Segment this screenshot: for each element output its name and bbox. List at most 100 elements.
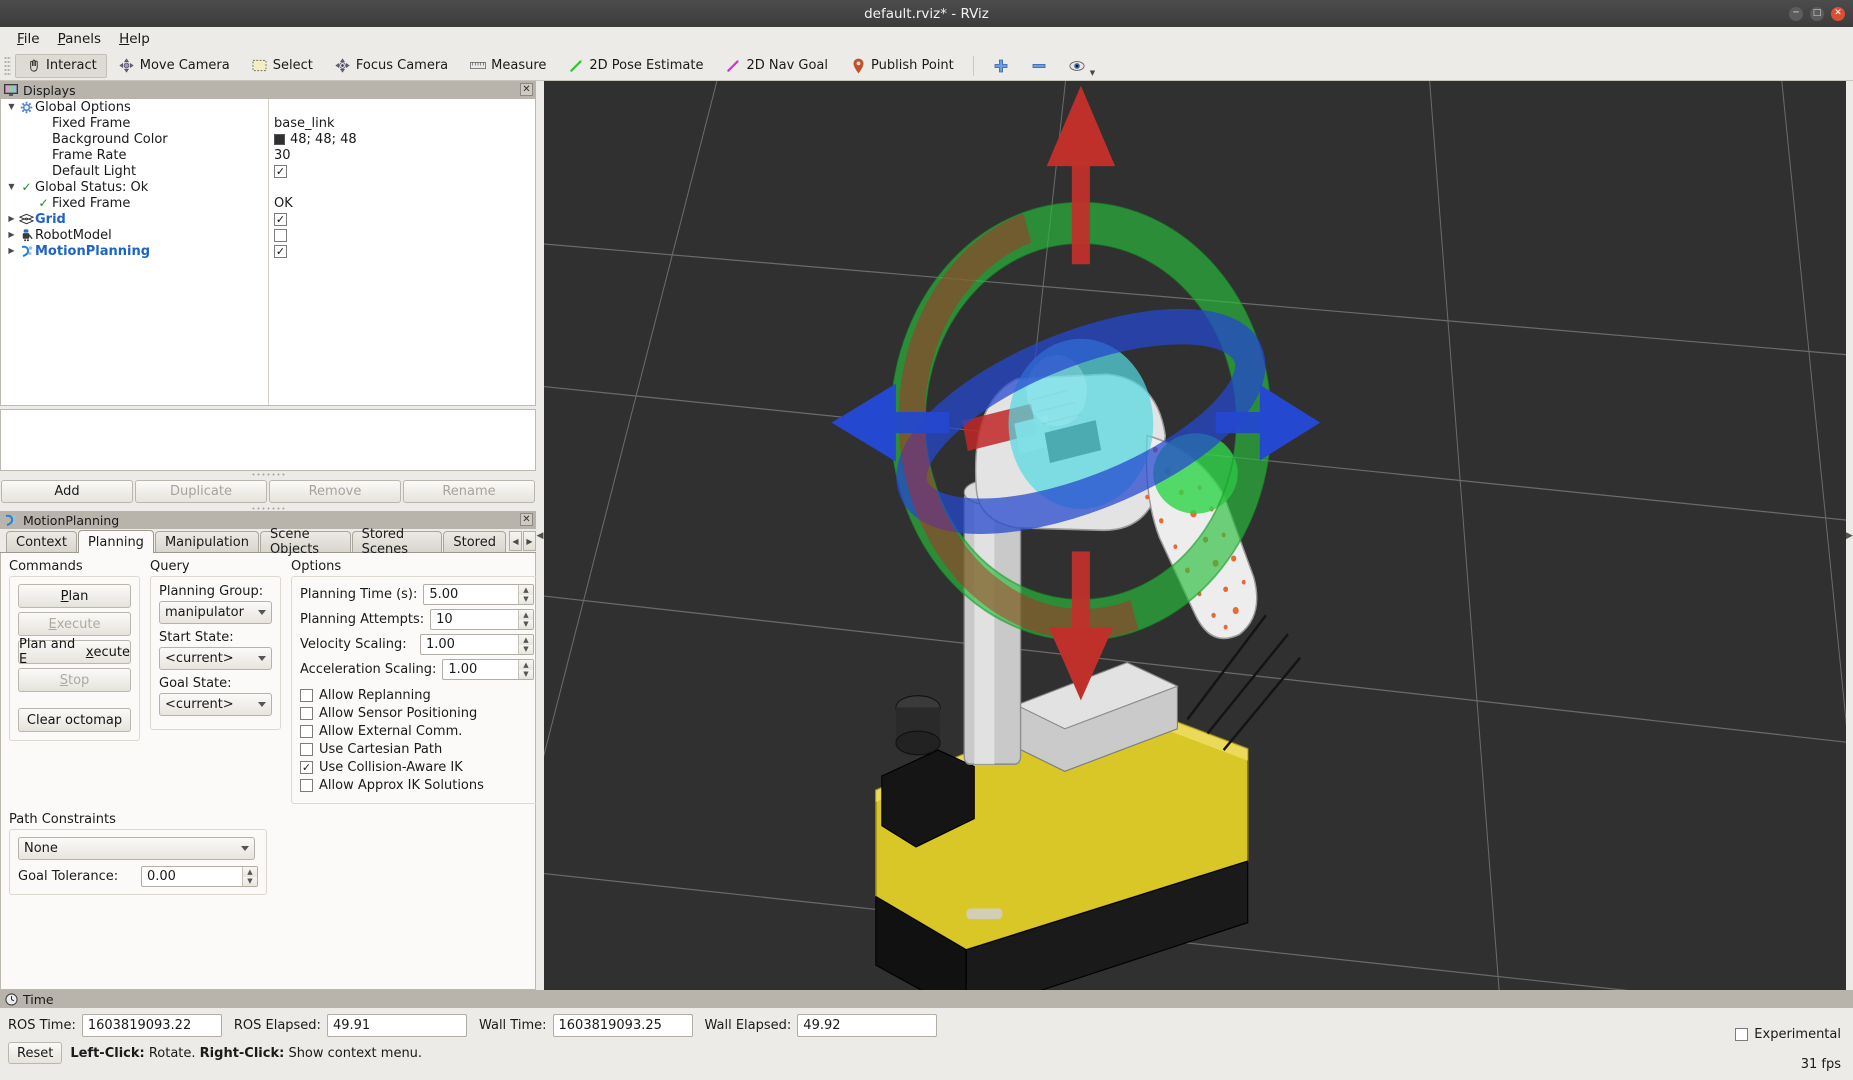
goal-state-combo[interactable]: <current> — [159, 693, 272, 716]
motion-planning-close-icon[interactable]: ✕ — [520, 513, 533, 526]
planning-time-spinbox[interactable]: 5.00 ▲▼ — [423, 584, 534, 605]
tree-row-value[interactable]: ✓ — [268, 165, 535, 178]
clear-octomap-button[interactable]: Clear octomap — [18, 708, 131, 732]
menu-help[interactable]: Help — [110, 29, 159, 49]
allow-replanning-row[interactable]: Allow Replanning — [300, 688, 534, 703]
allow-approx-ik-checkbox[interactable] — [300, 779, 313, 792]
stop-button[interactable]: Stop — [18, 668, 131, 692]
tab-scroll-left-icon[interactable]: ◀ — [509, 531, 522, 551]
tree-row-checkbox[interactable]: ✓ — [274, 213, 287, 226]
spin-arrows[interactable]: ▲▼ — [518, 660, 533, 679]
tool-measure[interactable]: Measure — [460, 54, 556, 78]
ros-time-input[interactable]: 1603819093.22 — [82, 1014, 222, 1037]
displays-tree[interactable]: ▼Global OptionsFixed Framebase_linkBackg… — [0, 99, 536, 406]
tool-remove-panel[interactable] — [1021, 54, 1057, 78]
plan-button[interactable]: Plan — [18, 584, 131, 608]
tool-2d-pose-estimate[interactable]: 2D Pose Estimate — [558, 54, 713, 78]
execute-button[interactable]: Execute — [18, 612, 131, 636]
tool-add-panel[interactable] — [983, 54, 1019, 78]
allow-external-comm-checkbox[interactable] — [300, 725, 313, 738]
tree-row-checkbox[interactable] — [274, 229, 287, 242]
right-dock-handle[interactable]: ▶ — [1846, 81, 1853, 990]
ros-elapsed-input[interactable]: 49.91 — [327, 1014, 467, 1037]
tab-planning[interactable]: Planning — [78, 530, 154, 553]
reset-button[interactable]: Reset — [8, 1042, 62, 1064]
tree-row-value[interactable] — [268, 229, 535, 242]
tab-manipulation[interactable]: Manipulation — [155, 531, 259, 552]
expand-arrow-right-icon[interactable]: ▶ — [5, 231, 18, 239]
spin-arrows[interactable]: ▲▼ — [518, 610, 533, 629]
tool-visibility[interactable]: ▼ — [1059, 54, 1105, 78]
wall-time-input[interactable]: 1603819093.25 — [553, 1014, 693, 1037]
expand-arrow-right-icon[interactable]: ▶ — [5, 247, 18, 255]
use-collision-aware-ik-checkbox[interactable]: ✓ — [300, 761, 313, 774]
tree-row-frame-rate[interactable]: Frame Rate30 — [1, 147, 535, 163]
tab-context[interactable]: Context — [6, 531, 77, 552]
use-cartesian-path-row[interactable]: Use Cartesian Path — [300, 742, 534, 757]
spin-arrows[interactable]: ▲▼ — [242, 867, 257, 886]
tree-row-fixed-frame[interactable]: Fixed Framebase_link — [1, 115, 535, 131]
tab-scroll-right-icon[interactable]: ▶ — [523, 531, 536, 551]
planning-group-combo[interactable]: manipulator — [159, 601, 272, 624]
tool-interact[interactable]: Interact — [15, 54, 107, 78]
expand-arrow-down-icon[interactable]: ▼ — [5, 103, 18, 111]
tree-row-grid[interactable]: ▶Grid✓ — [1, 211, 535, 227]
tree-row-default-light[interactable]: Default Light✓ — [1, 163, 535, 179]
plan-and-execute-button[interactable]: Plan and Execute — [18, 640, 131, 664]
allow-sensor-positioning-checkbox[interactable] — [300, 707, 313, 720]
displays-close-icon[interactable]: ✕ — [520, 83, 533, 96]
maximize-icon[interactable]: □ — [1810, 7, 1824, 21]
tree-row-value[interactable]: base_link — [268, 116, 535, 131]
menu-panels[interactable]: Panels — [49, 29, 110, 49]
add-display-button[interactable]: Add — [1, 480, 133, 503]
tab-stored[interactable]: Stored — [443, 531, 506, 552]
rename-display-button[interactable]: Rename — [403, 480, 535, 503]
expand-arrow-right-icon[interactable]: ▶ — [5, 215, 18, 223]
spin-arrows[interactable]: ▲▼ — [518, 635, 533, 654]
tree-row-motionplanning[interactable]: ▶MotionPlanning✓ — [1, 243, 535, 259]
minimize-icon[interactable]: ─ — [1789, 7, 1803, 21]
tree-row-checkbox[interactable]: ✓ — [274, 245, 287, 258]
dock-splitter[interactable]: ◀ — [536, 81, 544, 990]
acceleration-scaling-spinbox[interactable]: 1.00 ▲▼ — [442, 659, 534, 680]
tree-row-value[interactable]: 48; 48; 48 — [268, 132, 535, 147]
spin-arrows[interactable]: ▲▼ — [518, 585, 533, 604]
use-collision-aware-ik-row[interactable]: ✓ Use Collision-Aware IK — [300, 760, 534, 775]
remove-display-button[interactable]: Remove — [269, 480, 401, 503]
planning-attempts-spinbox[interactable]: 10 ▲▼ — [430, 609, 534, 630]
tab-stored-scenes[interactable]: Stored Scenes — [352, 531, 443, 552]
toolbar-grip[interactable] — [4, 56, 11, 76]
allow-approx-ik-row[interactable]: Allow Approx IK Solutions — [300, 778, 534, 793]
tree-row-background-color[interactable]: Background Color48; 48; 48 — [1, 131, 535, 147]
tool-publish-point[interactable]: Publish Point — [840, 54, 964, 78]
use-cartesian-path-checkbox[interactable] — [300, 743, 313, 756]
tree-row-value[interactable]: ✓ — [268, 245, 535, 258]
duplicate-display-button[interactable]: Duplicate — [135, 480, 267, 503]
wall-elapsed-input[interactable]: 49.92 — [797, 1014, 937, 1037]
experimental-checkbox[interactable] — [1735, 1028, 1748, 1041]
path-constraints-combo[interactable]: None — [18, 837, 255, 860]
menu-file[interactable]: File — [8, 29, 49, 49]
tree-row-robotmodel[interactable]: ▶RobotModel — [1, 227, 535, 243]
tool-focus-camera[interactable]: Focus Camera — [325, 54, 458, 78]
velocity-scaling-spinbox[interactable]: 1.00 ▲▼ — [420, 634, 534, 655]
allow-external-comm-row[interactable]: Allow External Comm. — [300, 724, 534, 739]
expand-arrow-down-icon[interactable]: ▼ — [5, 183, 18, 191]
tree-row-checkbox[interactable]: ✓ — [274, 165, 287, 178]
allow-sensor-positioning-row[interactable]: Allow Sensor Positioning — [300, 706, 534, 721]
tab-scene-objects[interactable]: Scene Objects — [260, 531, 351, 552]
allow-replanning-checkbox[interactable] — [300, 689, 313, 702]
start-state-combo[interactable]: <current> — [159, 647, 272, 670]
tree-row-value[interactable]: ✓ — [268, 213, 535, 226]
tree-row-global-status-ok[interactable]: ▼✓Global Status: Ok — [1, 179, 535, 195]
goal-tolerance-spinbox[interactable]: 0.00 ▲▼ — [141, 866, 258, 887]
tool-2d-nav-goal[interactable]: 2D Nav Goal — [715, 54, 838, 78]
tree-row-value[interactable]: OK — [268, 196, 535, 211]
tool-move-camera[interactable]: Move Camera — [109, 54, 240, 78]
3d-render-view[interactable] — [544, 81, 1853, 990]
experimental-row[interactable]: Experimental — [1735, 1027, 1841, 1042]
tree-row-fixed-frame[interactable]: ✓Fixed FrameOK — [1, 195, 535, 211]
tree-row-global-options[interactable]: ▼Global Options — [1, 99, 535, 115]
tool-select[interactable]: Select — [242, 54, 323, 78]
tree-row-value[interactable]: 30 — [268, 148, 535, 163]
